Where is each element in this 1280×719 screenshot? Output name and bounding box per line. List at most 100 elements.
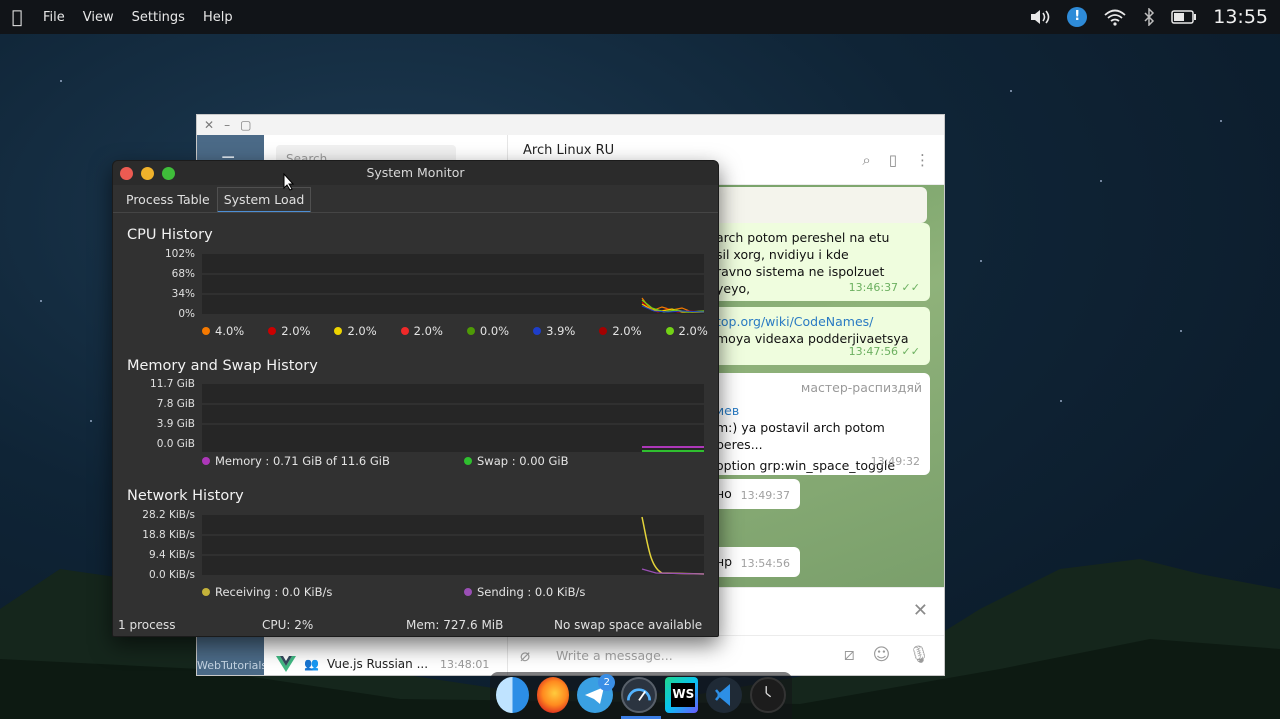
network-ytick: 0.0 KiB/s <box>148 569 195 581</box>
clock[interactable]: 13:55 <box>1213 6 1268 28</box>
maximize-icon[interactable]: ▢ <box>240 118 251 132</box>
message-sender[interactable]: мастер-распиздяй <box>716 379 922 396</box>
cpu-legend-item: 2.0% <box>268 324 310 338</box>
receiving-trace <box>641 516 704 575</box>
reply-author: иев <box>716 403 740 418</box>
microphone-icon[interactable]: 🎙 <box>908 645 930 665</box>
finder-icon[interactable] <box>496 677 529 713</box>
memory-history-title: Memory and Swap History <box>127 358 318 374</box>
sending-legend-item: Sending : 0.0 KiB/s <box>464 585 585 599</box>
sidebar-toggle-icon[interactable]: ▯ <box>889 151 897 169</box>
message-bubble[interactable]: arch potom pereshel na etu sil xorg, nvi… <box>708 223 930 301</box>
cpu-ytick: 34% <box>171 288 195 300</box>
search-icon[interactable]: ⌕ <box>862 151 870 169</box>
menu-help[interactable]: Help <box>194 10 242 25</box>
mouse-cursor-icon <box>283 173 295 191</box>
cpu-dot <box>599 327 608 335</box>
firefox-icon[interactable] <box>536 677 570 713</box>
window-title: System Monitor <box>366 165 465 180</box>
cpu-legend-item: 3.9% <box>533 324 575 338</box>
tabs-divider <box>113 212 718 213</box>
receiving-dot <box>202 588 210 596</box>
cpu-ytick: 68% <box>171 268 195 280</box>
cpu-dot <box>533 327 542 335</box>
receiving-legend-item: Receiving : 0.0 KiB/s <box>202 585 440 599</box>
message-time: 13:46:37 ✓✓ <box>848 281 920 294</box>
menu-view[interactable]: View <box>74 10 123 25</box>
top-menu-bar:  File View Settings Help ! 13:55 <box>0 0 1280 34</box>
menu-settings[interactable]: Settings <box>123 10 194 25</box>
wifi-icon[interactable] <box>1103 8 1127 26</box>
network-ytick: 18.8 KiB/s <box>142 529 195 541</box>
chat-list-item[interactable]: 👥 Vue.js Russian ... 13:48:01 <box>276 653 508 675</box>
commands-icon[interactable]: ⧄ <box>844 645 855 665</box>
battery-icon[interactable] <box>1171 10 1197 24</box>
sending-dot <box>464 588 472 596</box>
vscode-logo-icon <box>715 684 731 706</box>
message-bubble[interactable]: top.org/wiki/CodeNames/ moya videaxa pod… <box>708 307 930 365</box>
telegram-icon[interactable]: 2 <box>577 674 616 713</box>
system-monitor-icon[interactable] <box>621 677 658 713</box>
memory-ytick: 0.0 GiB <box>156 438 195 450</box>
message-bubble[interactable]: но 13:49:37 <box>708 479 800 509</box>
memory-ytick: 7.8 GiB <box>156 398 195 410</box>
cpu-legend-item: 0.0% <box>466 324 509 338</box>
volume-icon[interactable] <box>1029 8 1051 26</box>
message-link[interactable]: top.org/wiki/CodeNames/ <box>716 313 922 330</box>
network-history-graph <box>202 515 704 575</box>
cpu-dot <box>665 327 674 335</box>
status-swap: No swap space available <box>554 618 703 632</box>
cpu-ytick: 102% <box>164 248 195 260</box>
webstorm-icon[interactable]: WS <box>665 677 699 713</box>
minimize-icon[interactable]: – <box>224 118 230 132</box>
memory-ytick: 3.9 GiB <box>156 418 195 430</box>
telegram-titlebar: ✕ – ▢ <box>197 115 944 135</box>
message-bubble[interactable] <box>713 187 927 223</box>
memory-history-graph <box>202 384 704 452</box>
close-icon[interactable]: ✕ <box>913 600 928 621</box>
webstorm-label: WS <box>671 683 696 707</box>
emoji-icon[interactable]: ☺ <box>873 645 891 665</box>
network-ytick: 28.2 KiB/s <box>142 509 195 521</box>
cpu-legend-item: 2.0% <box>665 324 708 338</box>
tab-process-table[interactable]: Process Table <box>119 187 217 213</box>
message-time: 13:49:37 <box>740 489 790 502</box>
swap-legend-item: Swap : 0.00 GiB <box>464 454 569 468</box>
chat-name: Vue.js Russian ... <box>326 657 429 671</box>
message-bubble[interactable]: нр 13:54:56 <box>708 547 800 577</box>
network-legend: Receiving : 0.0 KiB/s Sending : 0.0 KiB/… <box>202 585 609 599</box>
cpu-dot <box>202 327 210 335</box>
memory-dot <box>202 457 210 465</box>
message-line: sil xorg, nvidiyu i kde <box>716 247 849 262</box>
tab-system-load[interactable]: System Load <box>216 187 312 213</box>
status-bar: 1 process CPU: 2% Mem: 727.6 MiB No swap… <box>113 614 718 636</box>
message-time: 13:47:56 ✓✓ <box>848 345 920 358</box>
attach-icon[interactable]: ⌀ <box>520 646 530 666</box>
sidebar-label: WebTutorials <box>197 659 268 672</box>
notification-icon[interactable]: ! <box>1067 7 1088 27</box>
message-time: 13:54:56 <box>740 557 790 570</box>
cpu-legend-item: 2.0% <box>334 324 377 338</box>
group-icon: 👥 <box>304 657 319 671</box>
message-line: arch potom pereshel na etu <box>716 230 890 245</box>
bluetooth-icon[interactable] <box>1143 8 1155 26</box>
system-monitor-titlebar[interactable]: System Monitor <box>113 161 718 185</box>
cpu-dot <box>466 327 475 335</box>
message-input[interactable]: Write a message... <box>556 648 673 663</box>
vue-icon <box>276 656 296 672</box>
apple-icon[interactable]:  <box>0 7 34 28</box>
clock-icon[interactable] <box>750 677 787 713</box>
chat-title[interactable]: Arch Linux RU <box>523 143 614 158</box>
status-cpu: CPU: 2% <box>262 618 314 632</box>
vscode-icon[interactable] <box>706 677 743 713</box>
message-composer: ⌀ Write a message... ⧄ ☺ 🎙 <box>508 635 944 675</box>
menu-file[interactable]: File <box>34 10 74 25</box>
clock-face-icon <box>765 686 772 698</box>
message-bubble[interactable]: мастер-распиздяй иев m:) ya postavil arc… <box>708 373 930 475</box>
network-ytick: 9.4 KiB/s <box>148 549 195 561</box>
cpu-dot <box>268 327 277 335</box>
more-icon[interactable]: ⋮ <box>915 151 930 169</box>
status-memory: Mem: 727.6 MiB <box>406 618 504 632</box>
close-icon[interactable]: ✕ <box>204 118 214 132</box>
cpu-legend-item: 2.0% <box>599 324 642 338</box>
